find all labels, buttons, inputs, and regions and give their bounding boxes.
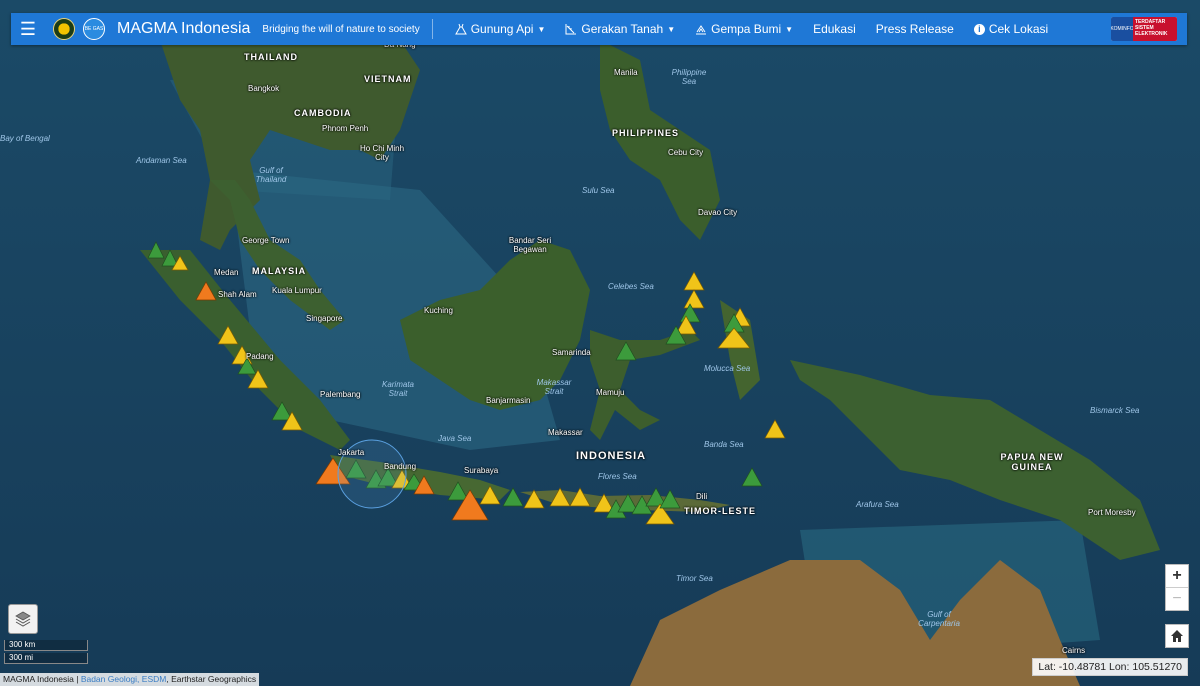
country-label: THAILAND [244, 52, 298, 62]
attribution-prefix: MAGMA Indonesia | [3, 674, 81, 684]
sea-label: Banda Sea [704, 440, 744, 449]
zoom-control: + − [1165, 564, 1189, 611]
city-label: Port Moresby [1088, 508, 1136, 517]
sea-label: Gulf of Carpentaria [918, 610, 960, 628]
city-label: Bangkok [248, 84, 280, 93]
top-navbar: ☰ BE GAS MAGMA Indonesia Bridging the wi… [11, 13, 1187, 45]
city-label: Samarinda [552, 348, 591, 357]
city-label: Palembang [320, 390, 361, 399]
country-label: INDONESIA [576, 450, 647, 462]
city-label: Bandar Seri Begawan [508, 236, 552, 254]
sea-label: Java Sea [438, 434, 472, 443]
sea-label: Sulu Sea [582, 186, 615, 195]
landslide-icon [565, 24, 577, 35]
menu-label: Gempa Bumi [711, 22, 782, 36]
menu-label: Cek Lokasi [988, 22, 1049, 36]
volcano-icon [454, 23, 467, 35]
sea-label: Bismarck Sea [1090, 406, 1140, 415]
city-label: Cairns [1062, 646, 1086, 655]
city-label: Medan [214, 268, 239, 277]
sea-label: Arafura Sea [856, 500, 899, 509]
badge-text: TERDAFTAR SISTEM ELEKTRONIK [1133, 17, 1177, 41]
city-label: Banjarmasin [486, 396, 531, 405]
badan-geologi-logo: BE GAS [83, 18, 105, 40]
layers-icon [15, 611, 31, 627]
info-icon: i [973, 23, 985, 35]
menu-cek-lokasi[interactable]: i Cek Lokasi [973, 22, 1049, 36]
menu-label: Gunung Api [470, 22, 534, 36]
city-label: Mamuju [596, 388, 625, 397]
menu-label: Edukasi [813, 22, 856, 36]
country-label: CAMBODIA [294, 108, 352, 118]
sea-label: Timor Sea [676, 574, 713, 583]
menu-gunung-api[interactable]: Gunung Api ▼ [454, 22, 546, 36]
country-label: TIMOR-LESTE [684, 506, 756, 516]
caret-down-icon: ▼ [785, 24, 794, 34]
city-label: Kuching [424, 306, 453, 315]
basemap[interactable] [0, 0, 1200, 686]
zoom-in-button[interactable]: + [1166, 565, 1188, 588]
sea-label: Molucca Sea [704, 364, 751, 373]
menu-edukasi[interactable]: Edukasi [813, 22, 856, 36]
country-label: PAPUA NEW GUINEA [1000, 452, 1064, 472]
menu-icon[interactable]: ☰ [11, 13, 45, 45]
city-label: George Town [242, 236, 290, 245]
country-label: PHILIPPINES [612, 128, 680, 138]
city-label: Surabaya [464, 466, 499, 475]
attribution-link[interactable]: Badan Geologi, ESDM [81, 674, 167, 684]
country-label: VIETNAM [364, 74, 412, 84]
zoom-out-button[interactable]: − [1166, 588, 1188, 610]
menu-label: Press Release [875, 22, 954, 36]
sea-label: Karimata Strait [381, 380, 414, 398]
sea-label: Makassar Strait [536, 378, 572, 396]
menu-gerakan-tanah[interactable]: Gerakan Tanah ▼ [565, 22, 675, 36]
sea-label: Gulf of Thailand [255, 166, 287, 184]
country-label: MALAYSIA [252, 266, 307, 276]
city-label: Jakarta [338, 448, 365, 457]
city-label: Dili [696, 492, 708, 501]
pse-registration-badge[interactable]: KOMINFO TERDAFTAR SISTEM ELEKTRONIK [1111, 17, 1177, 41]
caret-down-icon: ▼ [537, 24, 546, 34]
sea-label: Bay of Bengal [0, 134, 50, 143]
app-tagline: Bridging the will of nature to society [262, 23, 420, 35]
menu-gempa-bumi[interactable]: Gempa Bumi ▼ [695, 22, 793, 36]
city-label: Shah Alam [218, 290, 257, 299]
home-icon [1171, 630, 1183, 642]
menu-label: Gerakan Tanah [581, 22, 664, 36]
city-label: Phnom Penh [322, 124, 369, 133]
city-label: Singapore [306, 314, 343, 323]
city-label: Makassar [548, 428, 583, 437]
sea-label: Flores Sea [598, 472, 637, 481]
sea-label: Celebes Sea [608, 282, 654, 291]
menu-press-release[interactable]: Press Release [876, 22, 954, 36]
scale-bar-km: 300 km [4, 640, 88, 651]
earthquake-icon [696, 25, 707, 35]
scale-bar-mi: 300 mi [4, 653, 88, 664]
city-label: Cebu City [668, 148, 704, 157]
layers-button[interactable] [8, 604, 38, 634]
sea-label: Philippine Sea [671, 68, 707, 86]
city-label: Bandung [384, 462, 417, 471]
esdm-logo [53, 18, 75, 40]
city-label: Davao City [698, 208, 738, 217]
city-label: Manila [614, 68, 638, 77]
map-attribution: MAGMA Indonesia | Badan Geologi, ESDM, E… [0, 673, 260, 686]
cursor-coordinates: Lat: -10.48781 Lon: 105.51270 [1032, 658, 1188, 676]
home-button[interactable] [1165, 624, 1189, 648]
city-label: Padang [246, 352, 274, 361]
city-label: Ho Chi Minh City [360, 144, 405, 162]
caret-down-icon: ▼ [667, 24, 676, 34]
app-title[interactable]: MAGMA Indonesia [117, 20, 250, 38]
navbar-divider [431, 19, 433, 39]
kominfo-logo: KOMINFO [1111, 17, 1134, 41]
city-label: Kuala Lumpur [272, 286, 322, 295]
sea-label: Andaman Sea [136, 156, 187, 165]
attribution-suffix: , Earthstar Geographics [166, 674, 257, 684]
